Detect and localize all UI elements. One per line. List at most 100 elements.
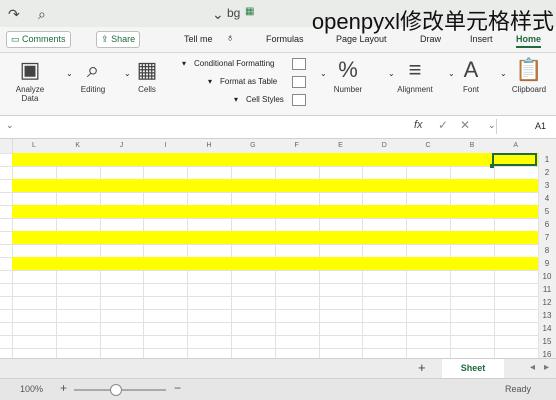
- zoom-out-button[interactable]: −: [174, 381, 181, 395]
- comments-button[interactable]: ▭ Comments: [6, 31, 71, 48]
- share-button[interactable]: ⇪ Share: [96, 31, 141, 48]
- column-header-d[interactable]: D: [362, 139, 408, 153]
- row-header-1[interactable]: 1: [538, 153, 556, 167]
- grid-row-line: [0, 322, 538, 323]
- row-header-12[interactable]: 12: [538, 296, 556, 310]
- editing-button[interactable]: ⌕ Editing: [74, 55, 112, 94]
- zoom-in-button[interactable]: +: [60, 381, 67, 395]
- dropdown-icon[interactable]: ⌄: [212, 6, 224, 23]
- highlighted-row-3[interactable]: [12, 179, 538, 192]
- cells-label: Cells: [138, 85, 156, 94]
- number-chevron-icon: ⌄: [320, 69, 327, 78]
- redo-icon[interactable]: ↷: [8, 6, 20, 23]
- analyze-data-icon: ▣: [19, 57, 41, 82]
- row-header-6[interactable]: 6: [538, 218, 556, 232]
- grid-row-line: [0, 166, 538, 167]
- grid-row-line: [0, 244, 538, 245]
- grid-row-line: [0, 192, 538, 193]
- format-as-table-button[interactable]: Format as Table: [220, 77, 277, 86]
- grid-row-line: [0, 335, 538, 336]
- row-header-11[interactable]: 11: [538, 283, 556, 297]
- row-header-7[interactable]: 7: [538, 231, 556, 245]
- column-header-b[interactable]: B: [450, 139, 495, 153]
- cells-button[interactable]: ▦ Cells: [130, 55, 164, 94]
- magnifier-icon: ⌕: [86, 57, 100, 82]
- row-header-16[interactable]: 16: [538, 348, 556, 358]
- conditional-formatting-button[interactable]: Conditional Formatting: [194, 59, 274, 68]
- formula-input[interactable]: [14, 119, 410, 134]
- highlighted-row-9[interactable]: [12, 257, 538, 270]
- cell-styles-icon: [292, 94, 306, 106]
- highlighted-row-7[interactable]: [12, 231, 538, 244]
- editing-label: Editing: [80, 85, 106, 94]
- column-header-h[interactable]: H: [187, 139, 232, 153]
- align-lines-icon: ≡: [408, 57, 422, 82]
- column-header-f[interactable]: F: [274, 139, 320, 153]
- grid-row-line: [0, 309, 538, 310]
- search-icon[interactable]: ⌕: [38, 6, 46, 23]
- ribbon: ▣ Analyze Data ⌄ ⌕ Editing ⌄ ▦ Cells ▾ C…: [0, 53, 556, 116]
- clipboard-button[interactable]: 📋 Clipboard: [506, 55, 552, 94]
- column-header-l[interactable]: L: [12, 139, 57, 153]
- comments-label: Comments: [22, 34, 66, 44]
- highlighted-row-5[interactable]: [12, 205, 538, 218]
- cell-styles-button[interactable]: Cell Styles: [246, 95, 284, 104]
- column-header-i[interactable]: I: [143, 139, 189, 153]
- cancel-x-icon[interactable]: ✕: [460, 118, 470, 132]
- tab-home[interactable]: Home: [516, 34, 542, 48]
- row-header-5[interactable]: 5: [538, 205, 556, 219]
- name-box[interactable]: A1: [496, 119, 550, 134]
- row-header-9[interactable]: 9: [538, 257, 556, 271]
- clipboard-icon: 📋: [515, 57, 543, 82]
- ready-status: Ready: [505, 384, 532, 394]
- column-header-a[interactable]: A: [493, 139, 539, 153]
- share-label: Share: [111, 34, 136, 44]
- name-box-chevron-icon[interactable]: ⌄: [488, 120, 496, 131]
- grid-row-line: [0, 270, 538, 271]
- select-all-corner[interactable]: [538, 139, 556, 153]
- font-label: Font: [462, 85, 479, 94]
- row-header-8[interactable]: 8: [538, 244, 556, 258]
- expand-formula-icon[interactable]: ⌄: [6, 120, 14, 131]
- excel-window: ↷ ⌕ ⌄ bg ▦ ▭ Comments ⇪ Share Tell me ♁ …: [0, 0, 556, 400]
- share-icon: ⇪: [101, 34, 109, 44]
- row-header-14[interactable]: 14: [538, 322, 556, 336]
- column-header-j[interactable]: J: [99, 139, 145, 153]
- row-header-13[interactable]: 13: [538, 309, 556, 323]
- fill-handle[interactable]: [490, 164, 494, 168]
- tab-formulas[interactable]: Formulas: [266, 34, 304, 44]
- zoom-percent[interactable]: 100%: [20, 384, 43, 394]
- overlay-caption: openpyxl修改单元格样式: [311, 9, 554, 34]
- format-as-table-chevron-icon: ▾: [208, 77, 213, 86]
- file-name: bg: [227, 6, 241, 20]
- column-header-e[interactable]: E: [318, 139, 364, 153]
- column-header-g[interactable]: G: [231, 139, 276, 153]
- analyze-data-label-1: Analyze: [15, 85, 45, 94]
- fx-button[interactable]: fx: [414, 119, 423, 131]
- row-header-3[interactable]: 3: [538, 179, 556, 193]
- tell-me-label[interactable]: Tell me: [184, 34, 213, 44]
- add-sheet-button[interactable]: +: [418, 360, 426, 375]
- font-button[interactable]: A Font: [456, 55, 486, 94]
- row-header-15[interactable]: 15: [538, 335, 556, 349]
- row-header-2[interactable]: 2: [538, 166, 556, 180]
- enter-check-icon[interactable]: ✓: [438, 118, 448, 132]
- clipboard-label: Clipboard: [511, 85, 547, 94]
- zoom-slider-thumb[interactable]: [110, 384, 122, 396]
- selected-cell-a1[interactable]: [492, 153, 537, 166]
- column-header-k[interactable]: K: [55, 139, 101, 153]
- alignment-button[interactable]: ≡ Alignment: [394, 55, 436, 94]
- conditional-formatting-chevron-icon: ▾: [182, 59, 187, 68]
- analyze-data-button[interactable]: ▣ Analyze Data: [10, 55, 50, 103]
- formula-bar: ⌄ fx ✓ ✕ ⌄ A1: [0, 116, 556, 139]
- column-header-c[interactable]: C: [406, 139, 451, 153]
- cell-styles-chevron-icon: ▾: [234, 95, 239, 104]
- row-header-4[interactable]: 4: [538, 192, 556, 206]
- highlighted-row-1[interactable]: [12, 153, 538, 166]
- sheet-scroll-right-icon[interactable]: ▸: [544, 362, 549, 373]
- spreadsheet-grid[interactable]: LKJIHGFEDCBA 1 2 3 4 5 6 7 8 9 10 11 12 13 14 15 16: [0, 139, 556, 358]
- sheet-tab[interactable]: Sheet: [442, 359, 504, 380]
- number-button[interactable]: % Number: [328, 55, 368, 94]
- row-header-10[interactable]: 10: [538, 270, 556, 284]
- sheet-scroll-left-icon[interactable]: ◂: [530, 362, 535, 373]
